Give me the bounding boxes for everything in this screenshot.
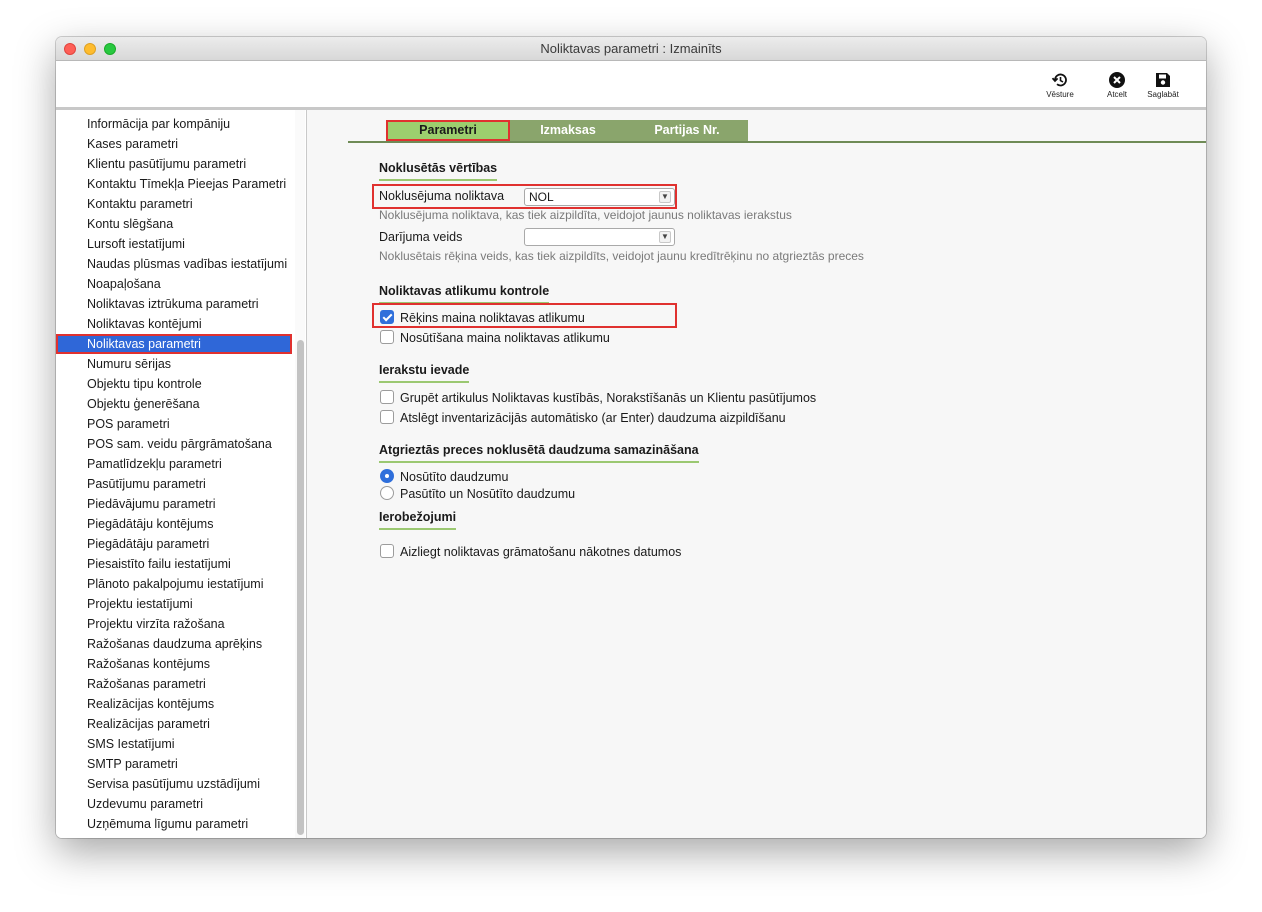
- invoice-changes-stock-checkbox[interactable]: [380, 310, 394, 324]
- sidebar-item[interactable]: Projektu virzīta ražošana: [56, 614, 292, 634]
- shipment-changes-stock-label: Nosūtīšana maina noliktavas atlikumu: [400, 331, 610, 345]
- title-bar: Noliktavas parametri : Izmainīts: [56, 37, 1206, 61]
- sidebar-item[interactable]: POS sam. veidu pārgrāmatošana: [56, 434, 292, 454]
- transaction-type-hint: Noklusētais rēķina veids, kas tiek aizpi…: [379, 249, 864, 263]
- app-window: Noliktavas parametri : Izmainīts Vēsture…: [56, 37, 1206, 838]
- sidebar-item[interactable]: Ražošanas parametri: [56, 674, 292, 694]
- tab-partijas[interactable]: Partijas Nr.: [626, 120, 748, 141]
- sidebar-item[interactable]: Informācija par kompāniju: [56, 114, 292, 134]
- sidebar-item[interactable]: SMS Iestatījumi: [56, 734, 292, 754]
- sidebar-item[interactable]: Noapaļošana: [56, 274, 292, 294]
- disable-autofill-checkbox[interactable]: [380, 410, 394, 424]
- sidebar-item[interactable]: Kases parametri: [56, 134, 292, 154]
- save-label: Saglabāt: [1147, 90, 1179, 99]
- sidebar-item[interactable]: Piedāvājumu parametri: [56, 494, 292, 514]
- sidebar-item[interactable]: Objektu ģenerēšana: [56, 394, 292, 414]
- section-entry-title: Ierakstu ievade: [379, 363, 470, 383]
- tab-bar-line: [348, 141, 1206, 143]
- sidebar-item[interactable]: Naudas plūsmas vadības iestatījumi: [56, 254, 292, 274]
- toolbar: Vēsture Atcelt Saglabāt: [56, 61, 1206, 110]
- forbid-future-checkbox[interactable]: [380, 544, 394, 558]
- sidebar-item[interactable]: Servisa pasūtījumu uzstādījumi: [56, 774, 292, 794]
- section-restrictions-title: Ierobežojumi: [379, 510, 457, 530]
- sidebar-item[interactable]: Kontaktu parametri: [56, 194, 292, 214]
- sidebar-item[interactable]: Realizācijas parametri: [56, 714, 292, 734]
- history-icon: [1051, 73, 1067, 87]
- returns-ordered-shipped-radio[interactable]: [380, 486, 394, 500]
- sidebar-item[interactable]: Numuru sērijas: [56, 354, 292, 374]
- default-warehouse-label: Noklusējuma noliktava: [379, 189, 505, 203]
- section-stock-control-title: Noliktavas atlikumu kontrole: [379, 284, 550, 304]
- returns-shipped-label: Nosūtīto daudzumu: [400, 470, 509, 484]
- sidebar-item[interactable]: Realizācijas kontējums: [56, 694, 292, 714]
- transaction-type-label: Darījuma veids: [379, 230, 463, 244]
- cancel-label: Atcelt: [1106, 90, 1127, 99]
- default-warehouse-select[interactable]: NOL ▼: [524, 188, 675, 206]
- sidebar-item[interactable]: Lursoft iestatījumi: [56, 234, 292, 254]
- default-warehouse-hint: Noklusējuma noliktava, kas tiek aizpildī…: [379, 208, 792, 222]
- sidebar-item[interactable]: Uzdevumu parametri: [56, 794, 292, 814]
- sidebar-item[interactable]: Noliktavas kontējumi: [56, 314, 292, 334]
- section-returns-title: Atgrieztās preces noklusētā daudzuma sam…: [379, 443, 699, 463]
- sidebar-item[interactable]: Objektu tipu kontrole: [56, 374, 292, 394]
- default-warehouse-value: NOL: [529, 190, 554, 204]
- forbid-future-label: Aizliegt noliktavas grāmatošanu nākotnes…: [400, 545, 682, 559]
- chevron-down-icon: ▼: [659, 191, 671, 203]
- returns-ordered-shipped-label: Pasūtīto un Nosūtīto daudzumu: [400, 487, 576, 501]
- group-items-checkbox[interactable]: [380, 390, 394, 404]
- section-defaults-title: Noklusētās vērtības: [379, 161, 498, 181]
- sidebar-item[interactable]: POS parametri: [56, 414, 292, 434]
- window-title: Noliktavas parametri : Izmainīts: [540, 41, 722, 56]
- sidebar-item[interactable]: Piegādātāju kontējums: [56, 514, 292, 534]
- sidebar-item[interactable]: Piegādātāju parametri: [56, 534, 292, 554]
- chevron-down-icon: ▼: [659, 231, 671, 243]
- disable-autofill-label: Atslēgt inventarizācijās automātisko (ar…: [400, 411, 786, 425]
- sidebar-scrollbar-thumb[interactable]: [297, 340, 304, 835]
- sidebar-item[interactable]: Ražošanas daudzuma aprēķins: [56, 634, 292, 654]
- sidebar-item[interactable]: Kontaktu Tīmekļa Pieejas Parametri: [56, 174, 292, 194]
- sidebar-item[interactable]: SMTP parametri: [56, 754, 292, 774]
- sidebar-item[interactable]: Projektu iestatījumi: [56, 594, 292, 614]
- save-button[interactable]: Saglabāt: [1141, 71, 1185, 99]
- invoice-changes-stock-label: Rēķins maina noliktavas atlikumu: [400, 311, 585, 325]
- cancel-icon: [1109, 72, 1125, 88]
- history-button[interactable]: Vēsture: [1038, 71, 1082, 99]
- sidebar-item[interactable]: Piesaistīto failu iestatījumi: [56, 554, 292, 574]
- main-panel: Parametri Izmaksas Partijas Nr. Noklusēt…: [307, 110, 1206, 838]
- history-label: Vēsture: [1046, 90, 1074, 99]
- group-items-label: Grupēt artikulus Noliktavas kustībās, No…: [400, 391, 817, 405]
- sidebar-item[interactable]: Pasūtījumu parametri: [56, 474, 292, 494]
- shipment-changes-stock-checkbox[interactable]: [380, 330, 394, 344]
- sidebar-item[interactable]: Noliktavas parametri: [56, 334, 292, 354]
- cancel-button[interactable]: Atcelt: [1095, 71, 1139, 99]
- sidebar-item[interactable]: Plānoto pakalpojumu iestatījumi: [56, 574, 292, 594]
- settings-sidebar: Informācija par kompāniju Kases parametri…: [56, 110, 307, 838]
- sidebar-item[interactable]: Kontu slēgšana: [56, 214, 292, 234]
- returns-shipped-radio[interactable]: [380, 469, 394, 483]
- sidebar-item[interactable]: Uzņēmuma līgumu parametri: [56, 814, 292, 834]
- sidebar-item[interactable]: Klientu pasūtījumu parametri: [56, 154, 292, 174]
- sidebar-item[interactable]: Noliktavas iztrūkuma parametri: [56, 294, 292, 314]
- tab-parametri[interactable]: Parametri: [386, 120, 510, 141]
- sidebar-item[interactable]: Pamatlīdzekļu parametri: [56, 454, 292, 474]
- sidebar-item[interactable]: Ražošanas kontējums: [56, 654, 292, 674]
- transaction-type-select[interactable]: ▼: [524, 228, 675, 246]
- tab-izmaksas[interactable]: Izmaksas: [510, 120, 626, 141]
- save-icon: [1156, 73, 1170, 87]
